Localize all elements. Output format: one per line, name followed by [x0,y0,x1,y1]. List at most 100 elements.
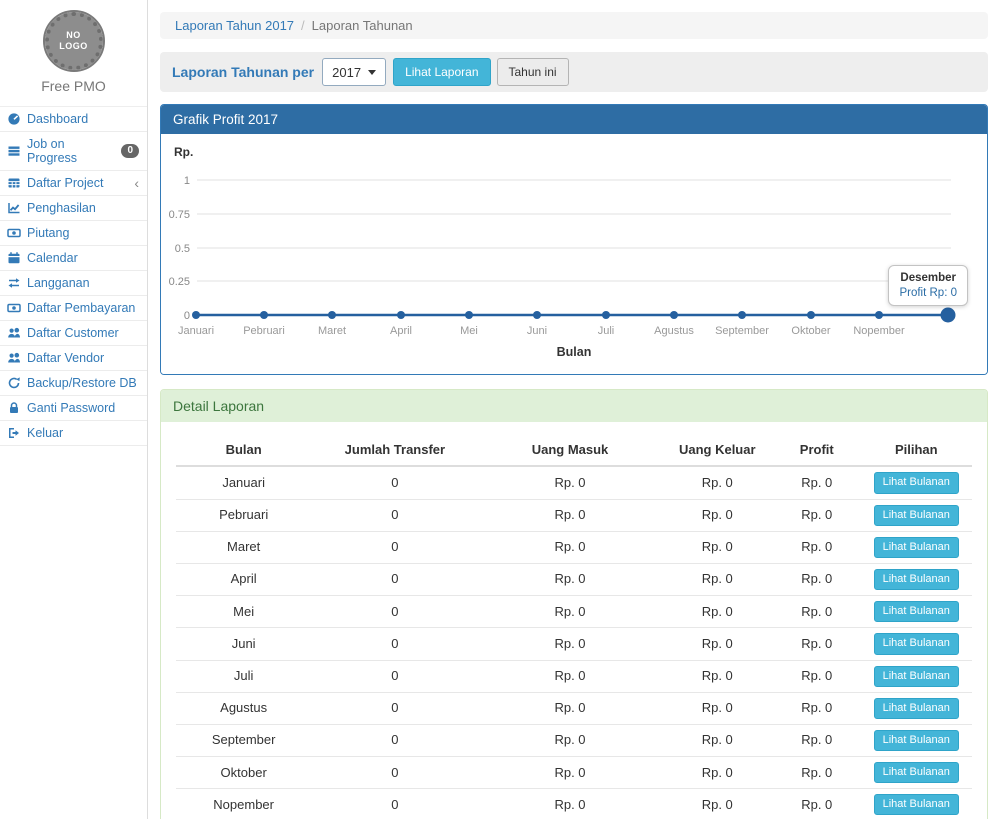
sidebar-item-label: Daftar Customer [27,326,119,340]
sidebar-item-dashboard[interactable]: Dashboard [0,107,147,132]
table-row: Juni0Rp. 0Rp. 0Rp. 0Lihat Bulanan [176,628,972,660]
lihat-bulanan-button[interactable]: Lihat Bulanan [874,730,959,751]
sidebar-item-label: Keluar [27,426,63,440]
chart-panel-title: Grafik Profit 2017 [161,105,987,134]
detail-laporan-table: Bulan Jumlah Transfer Uang Masuk Uang Ke… [176,434,972,819]
cell-masuk: Rp. 0 [478,628,661,660]
breadcrumb-current: Laporan Tahunan [312,18,413,33]
detail-panel-title: Detail Laporan [161,390,987,422]
retweet-icon [7,276,21,290]
lihat-bulanan-button[interactable]: Lihat Bulanan [874,537,959,558]
sidebar-item-daftar-project[interactable]: Daftar Project [0,171,147,196]
cell-transfer: 0 [311,757,478,789]
col-profit: Profit [773,434,861,466]
sidebar-item-backup-restore-db[interactable]: Backup/Restore DB [0,371,147,396]
sidebar-item-label: Daftar Project [27,176,103,190]
lihat-bulanan-button[interactable]: Lihat Bulanan [874,472,959,493]
cell-bulan: April [176,563,311,595]
x-tick: Juni [527,325,547,337]
col-uang-keluar: Uang Keluar [662,434,773,466]
data-point-januari[interactable] [192,311,200,319]
cell-bulan: September [176,724,311,756]
cell-masuk: Rp. 0 [478,499,661,531]
y-tick: 0.75 [169,209,190,221]
table-row: September0Rp. 0Rp. 0Rp. 0Lihat Bulanan [176,724,972,756]
lihat-laporan-button[interactable]: Lihat Laporan [393,58,490,86]
sidebar-item-job-on-progress[interactable]: Job on Progress 0 [0,132,147,171]
cell-keluar: Rp. 0 [662,692,773,724]
lihat-bulanan-button[interactable]: Lihat Bulanan [874,698,959,719]
sidebar-item-daftar-vendor[interactable]: Daftar Vendor [0,346,147,371]
lihat-bulanan-button[interactable]: Lihat Bulanan [874,569,959,590]
lihat-bulanan-button[interactable]: Lihat Bulanan [874,505,959,526]
data-point-september[interactable] [738,311,746,319]
cell-keluar: Rp. 0 [662,531,773,563]
data-point-nopember[interactable] [875,311,883,319]
cell-bulan: Mei [176,596,311,628]
year-select[interactable]: 2017 [322,58,386,86]
breadcrumb: Laporan Tahun 2017 / Laporan Tahunan [160,12,988,39]
cell-transfer: 0 [311,660,478,692]
cell-bulan: Maret [176,531,311,563]
sidebar-item-daftar-customer[interactable]: Daftar Customer [0,321,147,346]
data-point-oktober[interactable] [807,311,815,319]
sidebar-item-calendar[interactable]: Calendar [0,246,147,271]
x-tick: Pebruari [243,325,285,337]
users-icon [7,351,21,365]
x-tick: Nopember [853,325,905,337]
data-point-juli[interactable] [602,311,610,319]
sidebar-item-langganan[interactable]: Langganan [0,271,147,296]
cell-keluar: Rp. 0 [662,628,773,660]
cell-profit: Rp. 0 [773,692,861,724]
y-tick: 0.5 [175,243,190,255]
cell-keluar: Rp. 0 [662,789,773,819]
cell-keluar: Rp. 0 [662,757,773,789]
tooltip-title: Desember [899,272,957,284]
lihat-bulanan-button[interactable]: Lihat Bulanan [874,666,959,687]
table-row: Oktober0Rp. 0Rp. 0Rp. 0Lihat Bulanan [176,757,972,789]
data-point-agustus[interactable] [670,311,678,319]
lihat-bulanan-button[interactable]: Lihat Bulanan [874,762,959,783]
breadcrumb-separator: / [301,18,305,33]
data-point-pebruari[interactable] [260,311,268,319]
sidebar-item-keluar[interactable]: Keluar [0,421,147,446]
col-pilihan: Pilihan [861,434,972,466]
cell-masuk: Rp. 0 [478,660,661,692]
year-select-value: 2017 [332,65,361,80]
sidebar-item-ganti-password[interactable]: Ganti Password [0,396,147,421]
cell-profit: Rp. 0 [773,724,861,756]
sidebar-item-piutang[interactable]: Piutang [0,221,147,246]
cell-keluar: Rp. 0 [662,563,773,595]
data-point-maret[interactable] [328,311,336,319]
profit-chart-panel: Grafik Profit 2017 Rp. 1 0.75 0.5 0.25 0 [160,104,988,375]
data-point-april[interactable] [397,311,405,319]
data-point-desember-active[interactable] [941,308,956,323]
sidebar-item-penghasilan[interactable]: Penghasilan [0,196,147,221]
report-toolbar: Laporan Tahunan per 2017 Lihat Laporan T… [160,52,988,92]
sidebar-item-label: Dashboard [27,112,88,126]
cell-bulan: Oktober [176,757,311,789]
breadcrumb-link-laporan-tahun[interactable]: Laporan Tahun 2017 [175,18,294,33]
data-point-mei[interactable] [465,311,473,319]
tahun-ini-button[interactable]: Tahun ini [497,58,569,86]
x-tick: April [390,325,412,337]
cell-bulan: Nopember [176,789,311,819]
cell-profit: Rp. 0 [773,466,861,499]
cell-transfer: 0 [311,789,478,819]
sidebar-item-label: Daftar Pembayaran [27,301,135,315]
y-tick: 0 [184,310,190,322]
lihat-bulanan-button[interactable]: Lihat Bulanan [874,633,959,654]
lihat-bulanan-button[interactable]: Lihat Bulanan [874,794,959,815]
x-tick: Maret [318,325,346,337]
lihat-bulanan-button[interactable]: Lihat Bulanan [874,601,959,622]
data-point-juni[interactable] [533,311,541,319]
cell-masuk: Rp. 0 [478,531,661,563]
cell-masuk: Rp. 0 [478,724,661,756]
cell-transfer: 0 [311,499,478,531]
sidebar-item-label: Daftar Vendor [27,351,104,365]
table-row: Agustus0Rp. 0Rp. 0Rp. 0Lihat Bulanan [176,692,972,724]
cell-masuk: Rp. 0 [478,692,661,724]
app-logo: NO LOGO [45,12,103,70]
cell-profit: Rp. 0 [773,563,861,595]
sidebar-item-daftar-pembayaran[interactable]: Daftar Pembayaran [0,296,147,321]
